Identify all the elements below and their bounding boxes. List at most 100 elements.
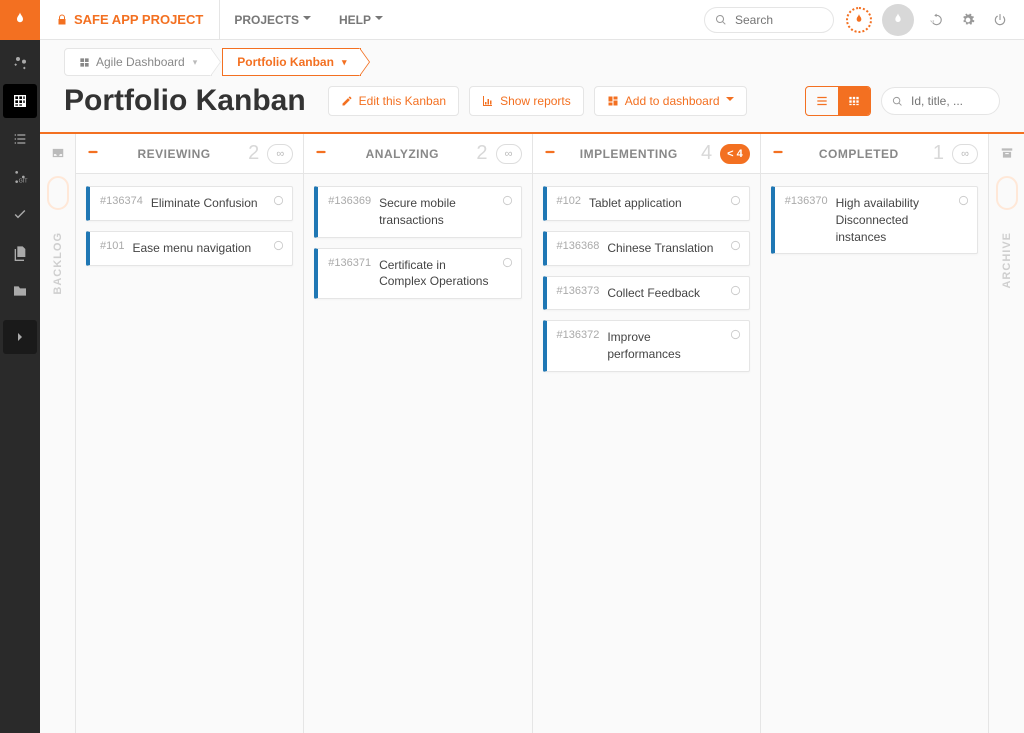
svg-text:GIT: GIT xyxy=(19,178,28,184)
card-id: #136369 xyxy=(328,195,371,229)
column-count: 4 xyxy=(701,142,712,165)
card-id: #136368 xyxy=(557,240,600,257)
archive-column[interactable]: ARCHIVE xyxy=(988,134,1024,733)
card-title: Secure mobile transactions xyxy=(379,195,493,229)
kanban-card[interactable]: #136371Certificate in Complex Operations xyxy=(314,248,521,300)
activity-indicator[interactable] xyxy=(846,7,872,33)
column-cards: #136369Secure mobile transactions#136371… xyxy=(304,174,531,311)
collapse-column-icon[interactable] xyxy=(771,145,785,162)
card-status-icon xyxy=(273,195,284,209)
collapse-column-icon[interactable] xyxy=(86,145,100,162)
breadcrumb-item-portfolio-kanban[interactable]: Portfolio Kanban ▾ xyxy=(222,48,361,76)
user-avatar[interactable] xyxy=(882,4,914,36)
dashboard-icon xyxy=(607,95,619,107)
backlog-column[interactable]: BACKLOG xyxy=(40,134,76,733)
column-name: REVIEWING xyxy=(108,147,240,161)
sidebar-item-backlog[interactable] xyxy=(3,122,37,156)
sidebar-item-files[interactable] xyxy=(3,274,37,308)
kanban-column: ANALYZING 2 ∞ #136369Secure mobile transact… xyxy=(304,134,532,733)
menu-help[interactable]: HELP xyxy=(325,0,397,39)
column-cards: #136374Eliminate Confusion #101 Ease menu … xyxy=(76,174,303,278)
card-id: #136374 xyxy=(100,195,143,212)
breadcrumb: Agile Dashboard ▾ Portfolio Kanban ▾ xyxy=(40,40,1024,84)
kanban-card[interactable]: #102 Tablet application xyxy=(543,186,750,221)
column-header: IMPLEMENTING4< 4 xyxy=(533,134,760,174)
card-status-icon xyxy=(730,329,741,343)
view-list-button[interactable] xyxy=(806,87,838,115)
settings-icon[interactable] xyxy=(954,6,982,34)
archive-label: ARCHIVE xyxy=(1001,232,1013,289)
view-toggle xyxy=(805,86,871,116)
card-title: Certificate in Complex Operations xyxy=(379,257,493,291)
card-id: #101 xyxy=(100,240,124,257)
card-status-icon xyxy=(502,257,513,271)
sidebar-item-admin[interactable] xyxy=(3,46,37,80)
kanban-card[interactable]: #101 Ease menu navigation xyxy=(86,231,293,266)
card-title: Ease menu navigation xyxy=(132,240,265,257)
collapse-column-icon[interactable] xyxy=(314,145,328,162)
sidebar-expand[interactable] xyxy=(3,320,37,354)
show-reports-button[interactable]: Show reports xyxy=(469,86,584,116)
view-board-button[interactable] xyxy=(838,87,870,115)
collapse-column-icon[interactable] xyxy=(543,145,557,162)
column-header: REVIEWING2∞ xyxy=(76,134,303,174)
column-cards: #136370High availability Disconnected in… xyxy=(761,174,988,266)
caret-down-icon xyxy=(726,94,734,108)
card-id: #136371 xyxy=(328,257,371,291)
column-count: 1 xyxy=(933,142,944,165)
caret-down-icon: ▾ xyxy=(193,57,198,68)
backlog-label: BACKLOG xyxy=(52,232,64,295)
sidebar-item-tasks[interactable] xyxy=(3,198,37,232)
card-id: #136372 xyxy=(557,329,600,363)
kanban-column: IMPLEMENTING4< 4#102Tablet application#1… xyxy=(533,134,761,733)
chart-icon xyxy=(482,95,494,107)
backlog-count-pill xyxy=(47,176,69,210)
card-title: Chinese Translation xyxy=(607,240,721,257)
breadcrumb-item-agile-dashboard[interactable]: Agile Dashboard ▾ xyxy=(64,48,212,76)
kanban-card[interactable]: #136369Secure mobile transactions xyxy=(314,186,521,238)
history-icon[interactable] xyxy=(922,6,950,34)
menu-projects[interactable]: PROJECTS xyxy=(220,0,325,39)
kanban-board: BACKLOG REVIEWING2∞#136374Eliminate Conf… xyxy=(40,132,1024,733)
global-search[interactable] xyxy=(704,7,834,33)
main-area: Agile Dashboard ▾ Portfolio Kanban ▾ Por… xyxy=(40,40,1024,733)
kanban-column: REVIEWING2∞ #136374Eliminate Confusion #10… xyxy=(76,134,304,733)
card-status-icon xyxy=(502,195,513,209)
sidebar-item-docs[interactable] xyxy=(3,236,37,270)
column-name: ANALYZING xyxy=(336,147,468,161)
column-wip-badge: ∞ xyxy=(952,144,978,164)
kanban-card[interactable]: #136372Improve performances xyxy=(543,320,750,372)
column-count: 2 xyxy=(476,142,487,165)
card-title: Tablet application xyxy=(589,195,722,212)
search-icon xyxy=(715,14,727,26)
archive-icon xyxy=(1000,146,1014,160)
kanban-card[interactable]: #136373Collect Feedback xyxy=(543,276,750,311)
card-status-icon xyxy=(730,195,741,209)
column-wip-badge: ∞ xyxy=(496,144,522,164)
global-search-input[interactable] xyxy=(733,12,823,28)
page-title: Portfolio Kanban xyxy=(64,84,306,118)
sidebar-item-git[interactable]: GIT xyxy=(3,160,37,194)
card-status-icon xyxy=(730,285,741,299)
filter-cards[interactable] xyxy=(881,87,1000,115)
sidebar-item-boards[interactable] xyxy=(3,84,37,118)
card-title: Improve performances xyxy=(607,329,721,363)
caret-down-icon xyxy=(303,13,311,27)
kanban-card[interactable]: #136374Eliminate Confusion xyxy=(86,186,293,221)
search-icon xyxy=(892,96,903,107)
top-bar: SAFE APP PROJECT PROJECTS HELP xyxy=(0,0,1024,40)
card-id: #102 xyxy=(557,195,581,212)
filter-cards-input[interactable] xyxy=(909,93,989,109)
edit-kanban-button[interactable]: Edit this Kanban xyxy=(328,86,459,116)
power-icon[interactable] xyxy=(986,6,1014,34)
top-menus: PROJECTS HELP xyxy=(220,0,397,39)
project-name-label: SAFE APP PROJECT xyxy=(74,12,203,27)
column-header: ANALYZING 2 ∞ xyxy=(304,134,531,174)
column-name: IMPLEMENTING xyxy=(565,147,694,161)
project-name[interactable]: SAFE APP PROJECT xyxy=(40,0,220,39)
card-status-icon xyxy=(730,240,741,254)
kanban-card[interactable]: #136370High availability Disconnected in… xyxy=(771,186,978,254)
app-logo[interactable] xyxy=(0,0,40,40)
kanban-card[interactable]: #136368 Chinese Translation xyxy=(543,231,750,266)
add-to-dashboard-button[interactable]: Add to dashboard xyxy=(594,86,747,116)
